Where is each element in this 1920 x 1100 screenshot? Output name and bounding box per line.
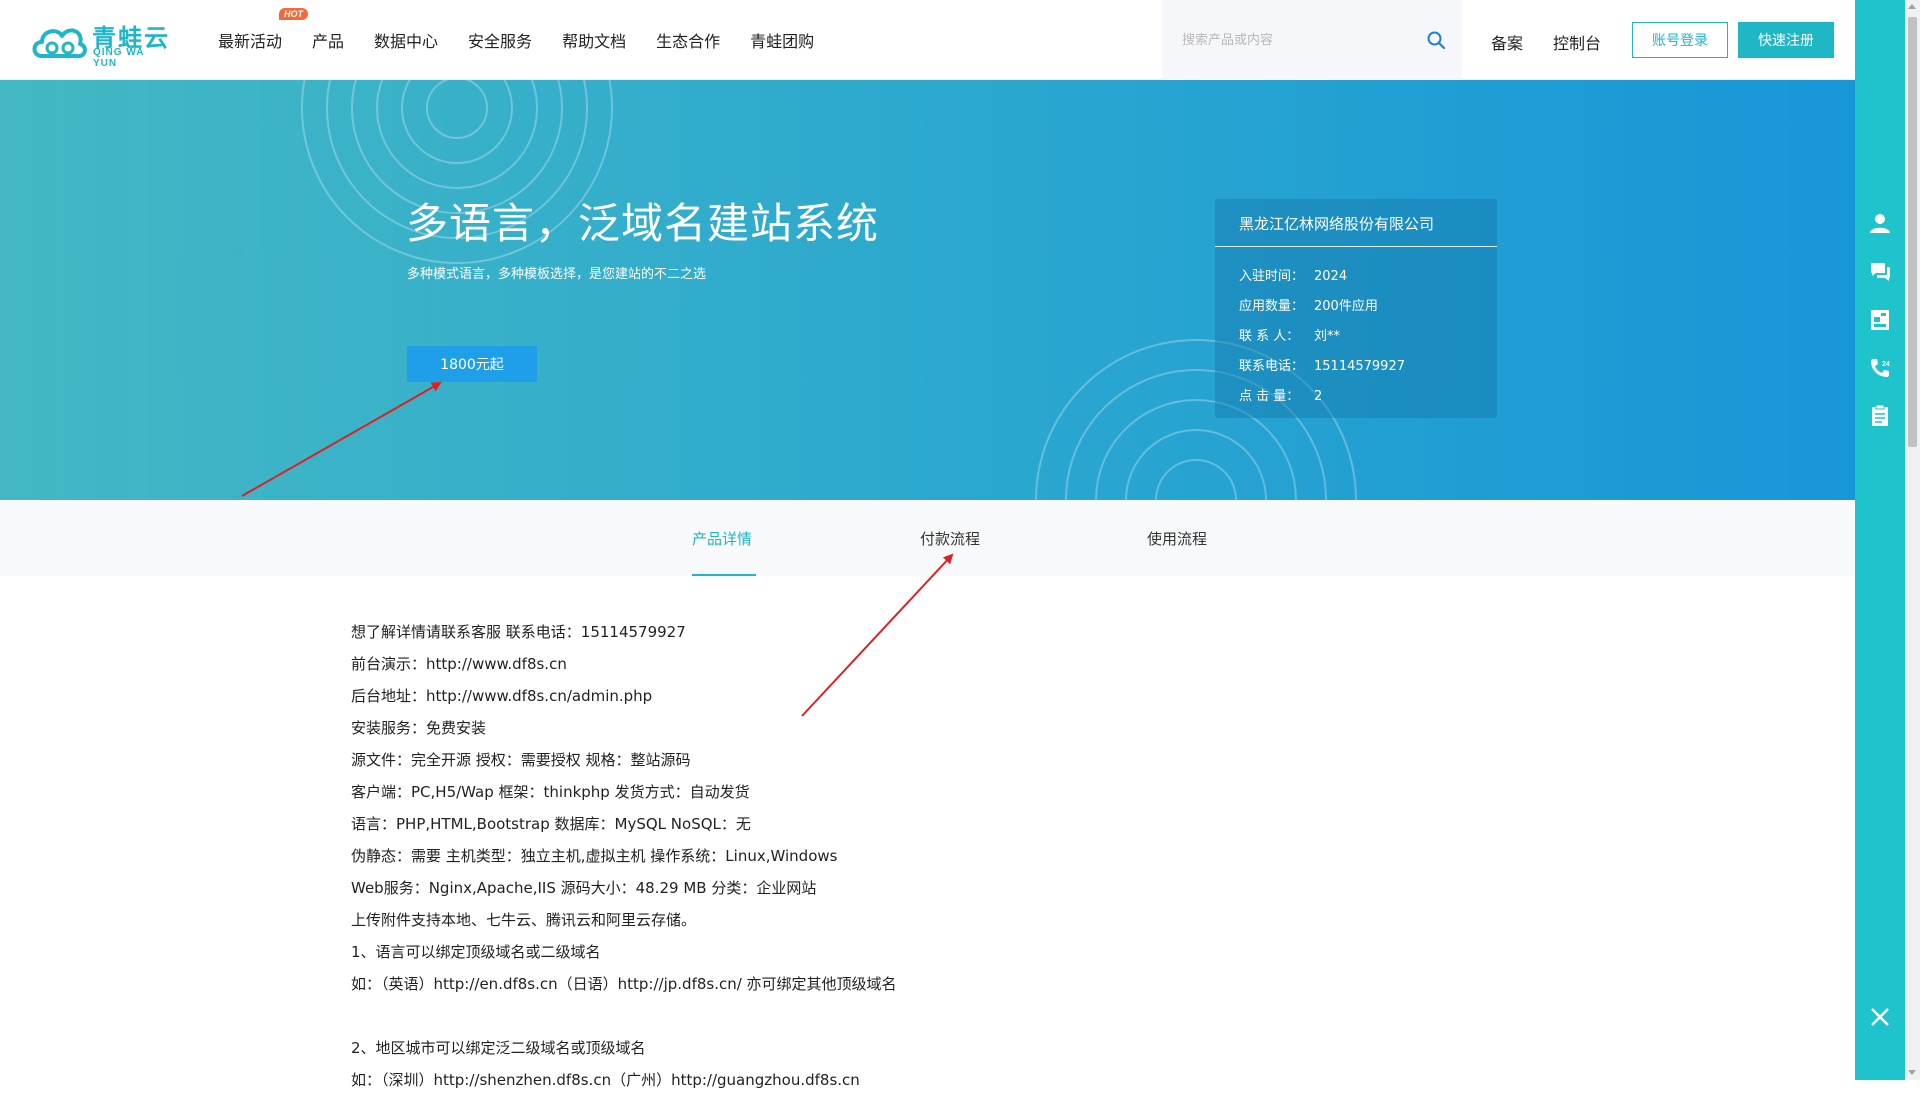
description-line: 上传附件支持本地、七牛云、腾讯云和阿里云存储。 xyxy=(351,911,697,929)
product-description: 想了解详情请联系客服 联系电话：15114579927 前台演示：http://… xyxy=(351,620,1551,1100)
description-line: 安装服务：免费安装 xyxy=(351,719,487,737)
beian-link[interactable]: 备案 xyxy=(1491,30,1523,54)
top-header: 青蛙云 QING WA YUN 最新活动 HOT 产品 数据中心 安全服务 帮助… xyxy=(0,0,1855,80)
company-info-card: 黑龙江亿林网络股份有限公司 入驻时间： 2024 应用数量： 200件应用 联 系 … xyxy=(1215,199,1497,418)
tab-product-details[interactable]: 产品详情 xyxy=(692,528,752,549)
page-scrollbar[interactable] xyxy=(1905,0,1920,1080)
nav-item-security[interactable]: 安全服务 xyxy=(468,28,532,52)
scroll-up-icon[interactable] xyxy=(1908,4,1916,9)
nav-item-label: 安全服务 xyxy=(468,32,533,51)
nav-item-label: 最新活动 xyxy=(218,32,283,51)
description-line: 客户端：PC,H5/Wap 框架：thinkphp 发货方式：自动发货 xyxy=(351,783,750,801)
nav-item-latest-activity[interactable]: 最新活动 HOT xyxy=(218,8,309,52)
tab-payment-process[interactable]: 付款流程 xyxy=(920,528,980,549)
info-value: 200件应用 xyxy=(1314,299,1378,314)
nav-item-products[interactable]: 产品 xyxy=(312,28,344,52)
info-key: 联 系 人： xyxy=(1239,329,1300,344)
price-button[interactable]: 1800元起 xyxy=(407,346,537,382)
info-key: 联系电话： xyxy=(1239,359,1305,374)
banner-title: 多语言，泛域名建站系统 xyxy=(406,199,880,248)
description-line: 1、语言可以绑定顶级域名或二级域名 xyxy=(351,943,601,961)
company-info-row: 应用数量： 200件应用 xyxy=(1239,295,1378,314)
nav-item-ecosystem[interactable]: 生态合作 xyxy=(656,28,720,52)
description-line: 伪静态：需要 主机类型：独立主机,虚拟主机 操作系统：Linux,Windows xyxy=(351,847,838,865)
search-icon[interactable] xyxy=(1426,30,1446,50)
description-line: 想了解详情请联系客服 联系电话：15114579927 xyxy=(351,623,686,641)
nav-item-label: 数据中心 xyxy=(374,32,439,51)
register-button[interactable]: 快速注册 xyxy=(1738,22,1834,58)
nav-item-label: 帮助文档 xyxy=(562,32,627,51)
search-box xyxy=(1162,0,1462,80)
document-icon[interactable] xyxy=(1868,308,1892,332)
login-button[interactable]: 账号登录 xyxy=(1632,22,1728,58)
logo[interactable]: 青蛙云 QING WA YUN xyxy=(30,16,170,69)
tab-usage-process[interactable]: 使用流程 xyxy=(1147,528,1207,549)
cloud-logo-icon xyxy=(32,28,87,59)
company-info-row: 点 击 量： 2 xyxy=(1239,385,1322,404)
product-banner: 多语言，泛域名建站系统 多种模式语言，多种模板选择，是您建站的不二之选 1800… xyxy=(0,80,1855,500)
company-info-row: 入驻时间： 2024 xyxy=(1239,265,1347,284)
hot-badge: HOT xyxy=(279,8,309,20)
svg-text:24: 24 xyxy=(1882,361,1890,368)
info-key: 应用数量： xyxy=(1239,299,1305,314)
nav-item-group-buy[interactable]: 青蛙团购 xyxy=(750,28,814,52)
console-link[interactable]: 控制台 xyxy=(1553,30,1601,54)
clipboard-icon[interactable] xyxy=(1868,404,1892,428)
active-tab-indicator xyxy=(692,574,756,576)
description-line: 后台地址：http://www.df8s.cn/admin.php xyxy=(351,687,653,705)
user-icon[interactable] xyxy=(1868,211,1892,235)
scroll-thumb[interactable] xyxy=(1908,17,1917,447)
nav-item-data-center[interactable]: 数据中心 xyxy=(374,28,438,52)
floating-sidebar: 24 xyxy=(1855,0,1905,1080)
company-info-row: 联 系 人： 刘** xyxy=(1239,325,1340,344)
description-line: 语言：PHP,HTML,Bootstrap 数据库：MySQL NoSQL：无 xyxy=(351,815,751,833)
main-nav: 最新活动 HOT 产品 数据中心 安全服务 帮助文档 生态合作 青蛙团购 xyxy=(218,0,844,80)
info-value: 2024 xyxy=(1314,269,1348,284)
description-line: 前台演示：http://www.df8s.cn xyxy=(351,655,567,673)
info-key: 点 击 量： xyxy=(1239,389,1300,404)
scroll-down-icon[interactable] xyxy=(1908,1070,1916,1075)
info-value: 15114579927 xyxy=(1314,359,1405,374)
description-line: 如：（英语）http://en.df8s.cn（日语）http://jp.df8… xyxy=(351,975,897,993)
card-divider xyxy=(1215,246,1497,247)
phone-icon[interactable]: 24 xyxy=(1868,356,1892,380)
search-input[interactable] xyxy=(1182,25,1412,55)
info-key: 入驻时间： xyxy=(1239,269,1305,284)
info-value: 刘** xyxy=(1314,329,1341,344)
description-line: 如：（深圳）http://shenzhen.df8s.cn（广州）http://… xyxy=(351,1071,860,1089)
nav-item-label: 生态合作 xyxy=(656,32,721,51)
description-line: 源文件：完全开源 授权：需要授权 规格：整站源码 xyxy=(351,751,691,769)
company-name: 黑龙江亿林网络股份有限公司 xyxy=(1239,215,1435,233)
logo-subtext: QING WA YUN xyxy=(93,47,145,69)
nav-item-label: 青蛙团购 xyxy=(750,32,815,51)
nav-item-help-docs[interactable]: 帮助文档 xyxy=(562,28,626,52)
nav-item-label: 产品 xyxy=(312,32,345,51)
description-line: 2、地区城市可以绑定泛二级域名或顶级域名 xyxy=(351,1039,646,1057)
close-icon[interactable] xyxy=(1868,1005,1892,1029)
banner-subtitle: 多种模式语言，多种模板选择，是您建站的不二之选 xyxy=(407,267,707,282)
company-info-row: 联系电话： 15114579927 xyxy=(1239,355,1405,374)
detail-tabs: 产品详情 付款流程 使用流程 xyxy=(0,500,1855,576)
description-line: Web服务：Nginx,Apache,IIS 源码大小：48.29 MB 分类：… xyxy=(351,879,817,897)
description-line xyxy=(351,1004,1551,1036)
chat-icon[interactable] xyxy=(1868,260,1892,284)
info-value: 2 xyxy=(1314,389,1323,404)
ripple-decoration xyxy=(301,80,1357,500)
